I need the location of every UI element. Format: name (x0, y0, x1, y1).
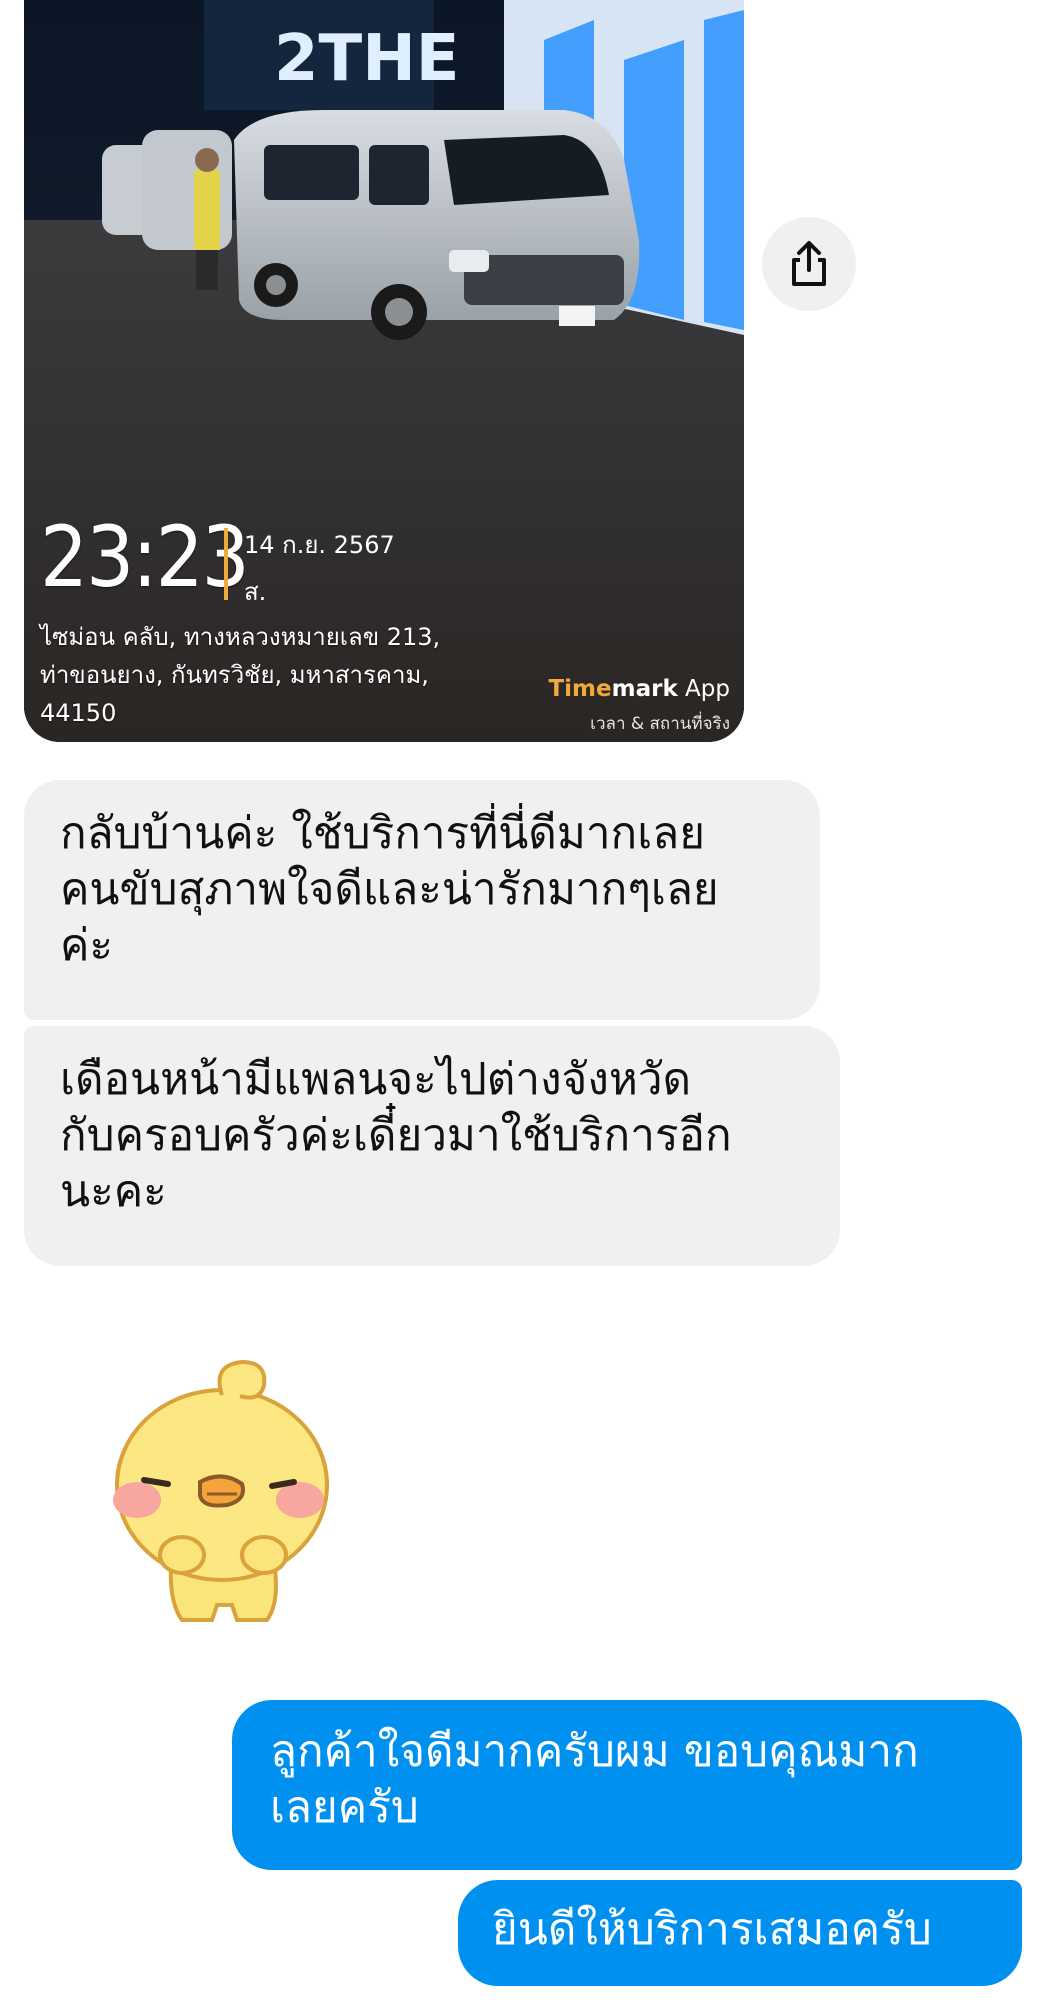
timemark-logo: Timemark App (548, 676, 730, 702)
share-icon (792, 241, 826, 286)
timemark-tagline: เวลา & สถานที่จริง (590, 714, 730, 734)
address-line: ท่าขอนยาง, กันทรวิชัย, มหาสารคาม, (40, 661, 429, 689)
timestamp-address: ไซม่อน คลับ, ทางหลวงหมายเลข 213, ท่าขอนย… (40, 618, 520, 732)
incoming-message[interactable]: เดือนหน้ามีแพลนจะไปต่างจังหวัด กับครอบคร… (24, 1026, 840, 1266)
outgoing-message[interactable]: ยินดีให้บริการเสมอครับ (458, 1880, 1022, 1986)
sign-text: 2THE (274, 22, 459, 96)
timemark-logo-white: mark (611, 676, 678, 702)
share-button[interactable] (762, 217, 856, 311)
address-line: 44150 (40, 699, 117, 727)
timemark-logo-suffix: App (677, 676, 730, 702)
timestamp-divider (224, 528, 228, 600)
timestamp-date: 14 ก.ย. 2567 (244, 531, 395, 559)
timestamp-time: 23:23 (40, 508, 250, 606)
incoming-message[interactable]: กลับบ้านค่ะ ใช้บริการที่นี่ดีมากเลย คนขั… (24, 780, 820, 1020)
yellow-chick-sticker-icon (113, 1359, 329, 1622)
outgoing-message[interactable]: ลูกค้าใจดีมากครับผม ขอบคุณมาก เลยครับ (232, 1700, 1022, 1870)
photo-message[interactable]: 2THE 23:23 14 ก.ย. 2567 ส. ไซม่อน คลับ, … (24, 0, 744, 742)
address-line: ไซม่อน คลับ, ทางหลวงหมายเลข 213, (40, 623, 441, 651)
timestamp-day: ส. (244, 578, 267, 606)
sticker-message[interactable] (72, 1350, 372, 1640)
timemark-logo-orange: Time (548, 676, 612, 702)
